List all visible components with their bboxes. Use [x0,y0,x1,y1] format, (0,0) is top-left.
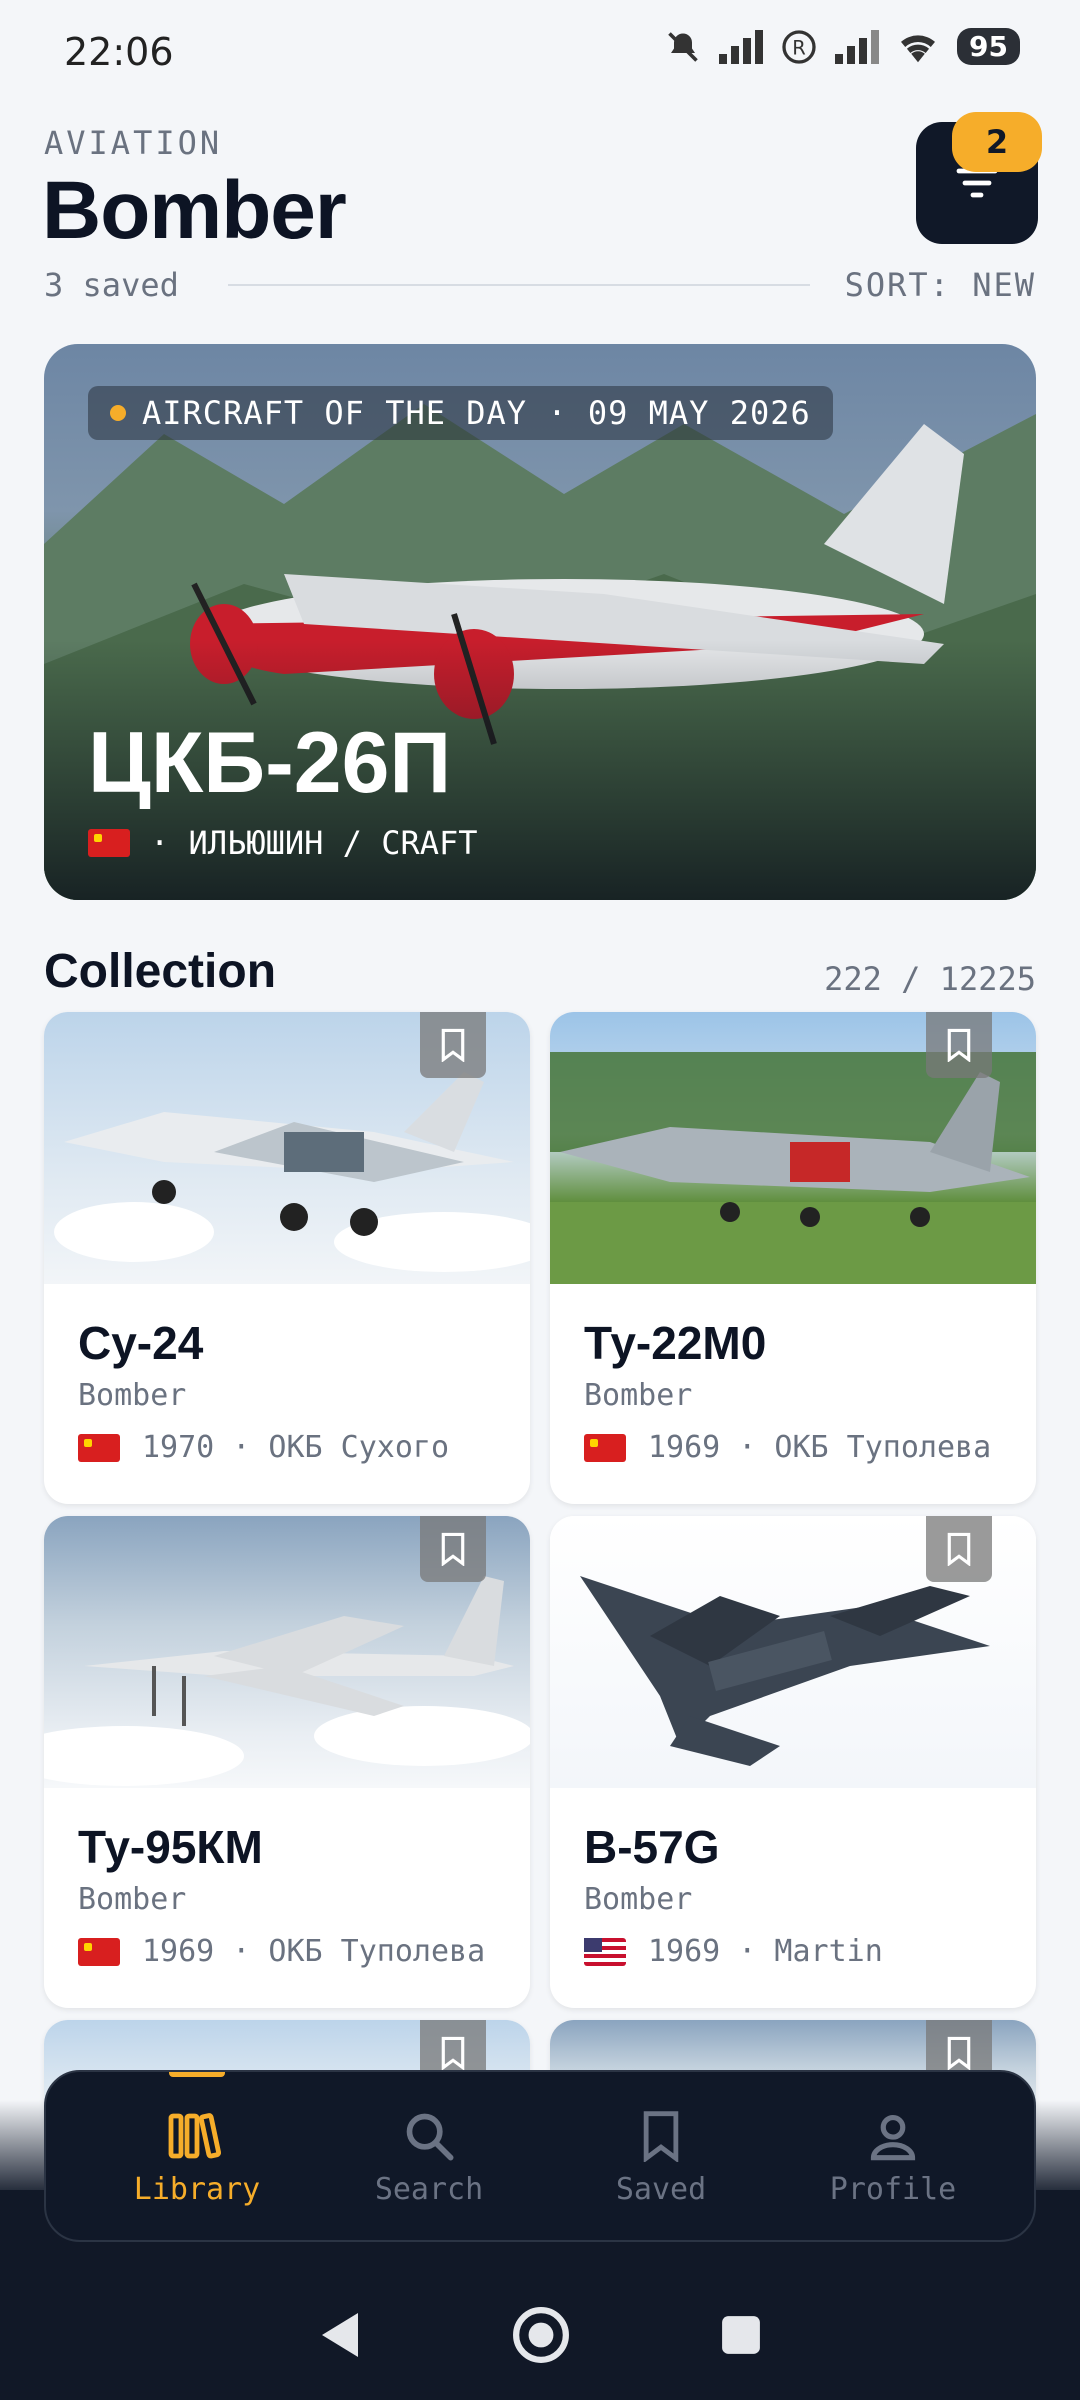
cn-flag-icon [78,1433,120,1462]
nav-item-search[interactable]: Search [314,2072,544,2244]
library-icon [168,2112,222,2158]
active-indicator [169,2072,225,2077]
card-meta-text: 1969 · ОКБ Туполева [648,1430,992,1465]
card-title: Ту-22М0 [584,1317,767,1369]
svg-text:R: R [792,36,806,59]
chip-label: AIRCRAFT OF THE DAY · 09 MAY 2026 [142,394,811,432]
aircraft-card[interactable]: Су-24 Bomber 1970 · ОКБ Сухого [44,1012,530,1504]
card-category: Bomber [584,1882,693,1917]
category-eyebrow: AVIATION [44,124,223,162]
bookmark-icon [643,2110,679,2162]
nav-label: Library [133,2171,261,2207]
card-meta: 1969 · ОКБ Туполева [78,1934,485,1969]
card-meta-text: 1969 · ОКБ Туполева [142,1934,486,1969]
notifications-muted-icon [668,31,698,62]
filter-count-badge: 2 [952,112,1042,172]
signal-icon-2 [835,29,880,64]
collection-count: 222 / 12225 [824,960,1036,998]
aircraft-card[interactable]: Ту-95КМ Bomber 1969 · ОКБ Туполева [44,1516,530,2008]
hero-meta-text: · ИЛЬЮШИН / CRAFT [150,824,478,862]
header-divider [228,284,810,286]
hero-title: ЦКБ-26П [88,715,452,811]
aircraft-of-the-day-card[interactable]: AIRCRAFT OF THE DAY · 09 MAY 2026 ЦКБ-26… [44,344,1036,900]
nav-label: Profile [829,2171,957,2207]
card-meta: 1970 · ОКБ Сухого [78,1430,449,1465]
nav-item-library[interactable]: Library [82,2072,312,2244]
back-icon[interactable] [318,2309,362,2361]
bookmark-icon [441,1028,465,1062]
bookmark-button[interactable] [420,1012,486,1078]
nav-label: Saved [615,2171,707,2207]
card-category: Bomber [78,1882,187,1917]
cn-flag-icon [584,1433,626,1462]
nav-label: Search [374,2171,484,2207]
bookmark-icon [441,2036,465,2070]
saved-count: 3 saved [44,266,179,304]
collection-title: Collection [44,945,277,998]
nav-item-saved[interactable]: Saved [546,2072,776,2244]
bookmark-icon [441,1532,465,1566]
bookmark-button[interactable] [926,1012,992,1078]
status-bar: 22:06 R 95 [0,0,1080,110]
wifi-icon [901,34,936,62]
card-title: Су-24 [78,1317,204,1369]
aircraft-card[interactable]: Ту-22М0 Bomber 1969 · ОКБ Туполева [550,1012,1036,1504]
bookmark-button[interactable] [420,1516,486,1582]
card-meta-text: 1969 · Martin [648,1934,883,1969]
profile-icon [870,2114,916,2160]
signal-icon [719,29,764,64]
us-flag-icon [584,1937,626,1966]
nav-item-profile[interactable]: Profile [778,2072,1008,2244]
hero-meta: · ИЛЬЮШИН / CRAFT [88,824,478,862]
recents-icon[interactable] [720,2314,762,2356]
cn-flag-icon [88,829,130,857]
bookmark-button[interactable] [926,1516,992,1582]
sort-button[interactable]: SORT: NEW [845,266,1036,304]
search-icon [406,2113,454,2160]
status-icons: R 95 [665,28,1020,65]
card-category: Bomber [584,1378,693,1413]
bookmark-icon [947,2036,971,2070]
home-icon[interactable] [512,2306,570,2364]
cn-flag-icon [78,1937,120,1966]
bookmark-icon [947,1028,971,1062]
aircraft-of-the-day-chip: AIRCRAFT OF THE DAY · 09 MAY 2026 [88,386,833,440]
card-meta: 1969 · Martin [584,1934,883,1969]
chip-dot-icon [110,405,126,421]
bookmark-icon [947,1532,971,1566]
status-time: 22:06 [64,30,174,74]
battery-indicator: 95 [957,28,1020,65]
aircraft-card[interactable]: B-57G Bomber 1969 · Martin [550,1516,1036,2008]
page-title: Bomber [42,165,347,256]
card-meta: 1969 · ОКБ Туполева [584,1430,991,1465]
system-navigation [0,2280,1080,2390]
card-category: Bomber [78,1378,187,1413]
bottom-navigation: Library Search Saved Profile [44,2070,1036,2242]
card-title: Ту-95КМ [78,1821,263,1873]
card-title: B-57G [584,1821,720,1873]
card-meta-text: 1970 · ОКБ Сухого [142,1430,450,1465]
roaming-icon: R [782,29,816,64]
